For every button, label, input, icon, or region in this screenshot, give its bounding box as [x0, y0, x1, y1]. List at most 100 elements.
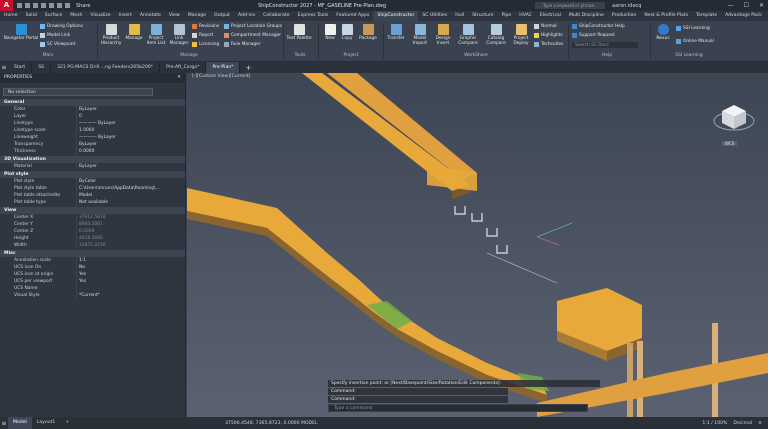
plot-icon[interactable]: [49, 3, 54, 8]
open-file-icon[interactable]: [25, 3, 30, 8]
model-import-button[interactable]: Model Import: [410, 24, 430, 46]
property-row[interactable]: Plot style ByColor: [0, 178, 185, 185]
minimize-button[interactable]: —: [728, 2, 734, 9]
ribbon-tab-multi-discipline[interactable]: Multi Discipline: [565, 11, 608, 21]
ribbon-tab-pipe[interactable]: Pipe: [498, 11, 516, 21]
drawing-options-button[interactable]: Drawing Options: [40, 24, 83, 29]
report-button[interactable]: Report: [192, 33, 213, 38]
property-row[interactable]: UCS per viewport Yes: [0, 278, 185, 285]
ribbon-tab-shipconstructor[interactable]: ShipConstructor: [373, 11, 419, 21]
property-value[interactable]: Yes: [76, 271, 185, 278]
new-tab-button[interactable]: +: [240, 64, 256, 72]
property-row[interactable]: Transparency ByLayer: [0, 141, 185, 148]
property-value[interactable]: Model: [76, 192, 185, 199]
rule-manager-button[interactable]: Rule Manager: [224, 42, 261, 47]
wcs-label[interactable]: WCS: [722, 141, 738, 146]
property-value[interactable]: *Current*: [76, 292, 185, 299]
property-row[interactable]: Plot table type Not available: [0, 199, 185, 206]
project-deploy-button[interactable]: Project Deploy: [510, 24, 532, 46]
property-row[interactable]: UCS Name: [0, 285, 185, 292]
property-row[interactable]: Linetype scale 1.0000: [0, 127, 185, 134]
support-request-button[interactable]: Support Request: [572, 33, 615, 38]
property-value[interactable]: ———— ByLayer: [76, 120, 185, 127]
property-value[interactable]: [76, 285, 185, 292]
annotation-scale[interactable]: 1:1 / 100%: [702, 421, 727, 426]
property-section-header[interactable]: 3D Visualization: [0, 156, 185, 163]
ribbon-tab-electrical[interactable]: Electrical: [536, 11, 565, 21]
ribbon-tab-manage[interactable]: Manage: [184, 11, 210, 21]
menu-icon[interactable]: ≡: [0, 64, 8, 71]
close-icon[interactable]: ✕: [177, 73, 181, 83]
redo-icon[interactable]: [65, 3, 70, 8]
ribbon-tab-annotate[interactable]: Annotate: [136, 11, 165, 21]
property-value[interactable]: ———— ByLayer: [76, 134, 185, 141]
product-hierarchy-button[interactable]: Product Hierarchy: [99, 24, 123, 46]
save-as-icon[interactable]: [41, 3, 46, 8]
link-manager-button[interactable]: Link Manager: [168, 24, 190, 46]
property-row[interactable]: Plot table attachedto Model: [0, 192, 185, 199]
navigator-portal-button[interactable]: Navigator Portal: [3, 24, 39, 41]
property-row[interactable]: UCS icon On No: [0, 264, 185, 271]
property-section-header[interactable]: Misc: [0, 250, 185, 257]
property-value[interactable]: ByLayer: [76, 141, 185, 148]
property-row[interactable]: Center Z 0.0000: [0, 228, 185, 235]
viewport-controls-label[interactable]: [-][Custom View][Current]: [192, 74, 250, 79]
property-value[interactable]: Yes: [76, 278, 185, 285]
units-selector[interactable]: Decimal: [733, 421, 752, 426]
sc-help-button[interactable]: ShipConstructor Help: [572, 24, 625, 29]
sc-docs-search-input[interactable]: Search SC Docs: [572, 42, 638, 48]
property-value[interactable]: 1:1: [76, 257, 185, 264]
ribbon-tab-express-tools[interactable]: Express Tools: [294, 11, 333, 21]
ribbon-tab-hull[interactable]: Hull: [451, 11, 468, 21]
property-value[interactable]: 4018.2680: [76, 235, 185, 242]
property-row[interactable]: Lineweight ———— ByLayer: [0, 134, 185, 141]
text-palette-button[interactable]: Text Palette: [285, 24, 313, 41]
property-row[interactable]: Height 4018.2680: [0, 235, 185, 242]
licensing-button[interactable]: Licensing: [192, 42, 219, 47]
property-row[interactable]: Visual Style *Current*: [0, 292, 185, 299]
ribbon-tab-collaborate[interactable]: Collaborate: [259, 11, 293, 21]
property-value[interactable]: 0.0000: [76, 148, 185, 155]
property-row[interactable]: Layer 0: [0, 113, 185, 120]
ribbon-tab-template[interactable]: Template: [692, 11, 721, 21]
property-row[interactable]: Material ByLayer: [0, 163, 185, 170]
catalog-compare-button[interactable]: Catalog Compare: [484, 24, 508, 46]
property-section-header[interactable]: General: [0, 99, 185, 106]
user-account[interactable]: aaron.idecq: [612, 3, 641, 9]
ribbon-tab-nest-profile-plots[interactable]: Nest & Profile Plots: [640, 11, 692, 21]
document-tab[interactable]: Pre-Aft_Cargo*: [160, 62, 207, 73]
compartment-manager-button[interactable]: Compartment Manager: [224, 33, 281, 38]
property-row[interactable]: Center Y 8983.3081: [0, 221, 185, 228]
model-link-button[interactable]: Model Link: [40, 33, 70, 38]
property-value[interactable]: 1.0000: [76, 127, 185, 134]
selection-dropdown[interactable]: No selection: [3, 88, 153, 96]
ribbon-tab-insert[interactable]: Insert: [115, 11, 136, 21]
online-manual-button[interactable]: Online Manual: [676, 39, 714, 44]
help-search-input[interactable]: Type a keyword or phrase: [535, 2, 605, 9]
property-section-header[interactable]: Plot style: [0, 171, 185, 178]
property-row[interactable]: Annotation scale 1:1: [0, 257, 185, 264]
property-row[interactable]: Thickness 0.0000: [0, 148, 185, 155]
manage-button[interactable]: Manage: [124, 24, 144, 41]
app-logo[interactable]: A: [0, 0, 13, 11]
ribbon-tab-output[interactable]: Output: [210, 11, 234, 21]
model-viewport[interactable]: [187, 73, 768, 417]
transfer-button[interactable]: Transfer: [386, 24, 406, 41]
property-value[interactable]: 8983.3081: [76, 221, 185, 228]
project-item-list-button[interactable]: Project Item List: [145, 24, 167, 46]
property-row[interactable]: Plot style table C:\Users\mruns\AppData\R…: [0, 185, 185, 192]
layout-menu-icon[interactable]: ≡: [0, 420, 8, 427]
property-value[interactable]: 37612.5818: [76, 214, 185, 221]
graphic-compare-button[interactable]: Graphic Compare: [456, 24, 480, 46]
add-layout-button[interactable]: +: [60, 417, 74, 429]
copy-project-button[interactable]: Copy: [339, 24, 355, 41]
nexus-button[interactable]: Nexus: [654, 24, 672, 41]
close-button[interactable]: ✕: [759, 2, 764, 9]
sc-viewpoint-button[interactable]: SC Viewpoint: [40, 42, 75, 47]
highlights-button[interactable]: Highlights: [534, 33, 563, 38]
property-row[interactable]: Center X 37612.5818: [0, 214, 185, 221]
ribbon-tab-solid[interactable]: Solid: [22, 11, 41, 21]
ribbon-tab-home[interactable]: Home: [0, 11, 22, 21]
document-tab[interactable]: Pre-Plan*: [206, 62, 241, 73]
property-value[interactable]: ByLayer: [76, 163, 185, 170]
